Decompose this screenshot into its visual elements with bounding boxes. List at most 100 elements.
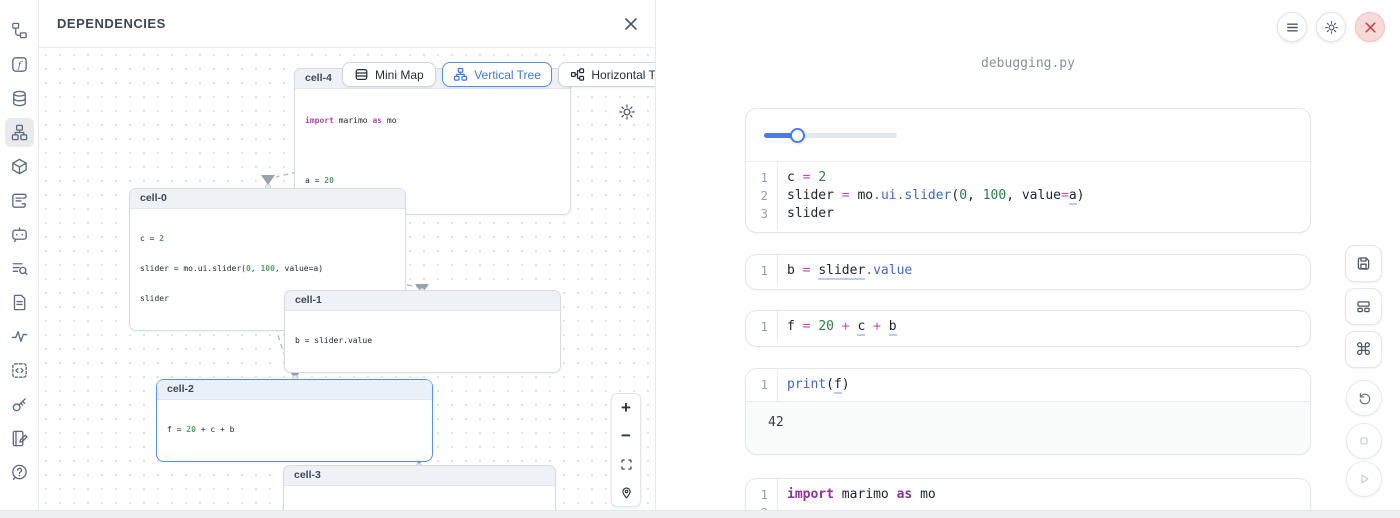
fit-view-icon [619, 457, 634, 472]
sidebar-item-variables[interactable] [5, 254, 34, 283]
sidebar-item-ai-chat[interactable] [5, 220, 34, 249]
graph-node-title: cell-2 [157, 380, 432, 400]
code-line: import marimo as mo [777, 486, 936, 504]
sidebar-item-secrets[interactable] [5, 390, 34, 419]
settings-button[interactable] [1316, 12, 1346, 42]
line-number: 1 [746, 262, 777, 280]
file-tree-icon [10, 21, 29, 40]
console-output: 42 [746, 401, 1310, 455]
save-button[interactable] [1345, 245, 1382, 282]
zoom-out-button[interactable]: − [612, 422, 640, 450]
graph-node-cell-1[interactable]: cell-1 b = slider.value [284, 290, 561, 373]
zoom-in-button[interactable]: + [612, 394, 640, 422]
line-number: 1 [746, 486, 777, 504]
gear-icon [1324, 20, 1339, 35]
gear-icon [618, 103, 636, 121]
code-line: slider [777, 205, 834, 223]
scroll-icon [10, 191, 29, 210]
database-icon [10, 89, 29, 108]
graph-node-title: cell-0 [130, 189, 405, 209]
line-number: 1 [746, 376, 777, 394]
horizontal-tree-button[interactable]: Horizontal Tree [558, 62, 655, 87]
window-bottom-edge [0, 510, 1400, 518]
function-icon: f [10, 55, 29, 74]
cell-output-area [746, 109, 1310, 162]
save-icon [1355, 255, 1372, 272]
run-button[interactable] [1346, 461, 1382, 497]
slider-thumb[interactable] [790, 128, 805, 143]
sidebar-item-logs[interactable] [5, 186, 34, 215]
code-editor[interactable]: 1print(f) [746, 369, 1310, 401]
svg-text:f: f [16, 60, 22, 71]
dependency-graph-icon [10, 123, 29, 142]
keyboard-shortcuts-button[interactable]: ⌘ [1345, 331, 1382, 368]
close-icon [624, 17, 638, 31]
vertical-tree-button[interactable]: Vertical Tree [442, 62, 553, 87]
code-line: c = 2 [777, 169, 826, 187]
sidebar-item-tracing[interactable] [5, 322, 34, 351]
layout-icon [1355, 298, 1372, 315]
sidebar-item-scratchpad[interactable] [5, 424, 34, 453]
sidebar-item-packages[interactable] [5, 152, 34, 181]
marimo-app: f DEPENDENCIES [0, 0, 1400, 518]
code-line: f = 20 + c + b [777, 318, 897, 336]
sidebar-item-help[interactable] [5, 458, 34, 487]
stop-button[interactable] [1346, 423, 1382, 459]
menu-button[interactable] [1277, 12, 1307, 42]
line-number: 1 [746, 169, 777, 187]
stop-icon [1356, 433, 1372, 449]
horizontal-tree-icon [570, 67, 585, 82]
activity-icon [10, 327, 29, 346]
graph-view-toolbar: Mini Map Vertical Tree Horizontal Tree [342, 62, 655, 87]
mini-map-label: Mini Map [375, 68, 424, 82]
shutdown-button[interactable] [1355, 12, 1385, 42]
sidebar-item-documentation[interactable] [5, 288, 34, 317]
package-icon [10, 157, 29, 176]
center-selection-button[interactable] [612, 478, 640, 506]
panel-close-button[interactable] [619, 12, 643, 36]
horizontal-tree-label: Horizontal Tree [591, 68, 655, 82]
document-icon [10, 293, 29, 312]
dependency-graph-canvas[interactable]: cell-4 import marimo as mo a = 20 cell-0… [39, 48, 655, 510]
dependencies-panel: DEPENDENCIES cell-4 [39, 0, 656, 510]
panel-title: DEPENDENCIES [57, 16, 166, 31]
line-number: 1 [746, 318, 777, 336]
graph-settings-button[interactable] [616, 102, 638, 124]
sidebar-item-datasources[interactable] [5, 84, 34, 113]
hamburger-menu-icon [1285, 20, 1300, 35]
sidebar-item-file-explorer[interactable] [5, 16, 34, 45]
graph-node-cell-3[interactable]: cell-3 print(f) [283, 465, 556, 510]
code-line: b = slider.value [777, 262, 912, 280]
sidebar-item-dependencies[interactable] [5, 118, 34, 147]
graph-node-code: print(f) [284, 486, 555, 510]
line-number: 2 [746, 187, 777, 205]
code-editor[interactable]: 1c = 2 2slider = mo.ui.slider(0, 100, va… [746, 162, 1310, 230]
mini-map-button[interactable]: Mini Map [342, 62, 436, 87]
undo-button[interactable] [1346, 380, 1382, 416]
key-icon [10, 395, 29, 414]
sidebar-item-functions[interactable]: f [5, 50, 34, 79]
fit-view-button[interactable] [612, 450, 640, 478]
dependencies-panel-header: DEPENDENCIES [39, 0, 655, 48]
notebook-cell-print[interactable]: 1print(f) 42 [745, 368, 1311, 455]
app-view-button[interactable] [1345, 288, 1382, 325]
notebook-cell-b[interactable]: 1b = slider.value [745, 254, 1311, 290]
code-editor[interactable]: 1f = 20 + c + b [746, 311, 1310, 343]
graph-node-code: b = slider.value [285, 311, 560, 372]
graph-node-cell-2[interactable]: cell-2 f = 20 + c + b [156, 379, 433, 462]
code-editor[interactable]: 1b = slider.value [746, 255, 1310, 287]
code-block-icon [10, 361, 29, 380]
command-icon: ⌘ [1355, 341, 1372, 358]
notebook-cell-slider[interactable]: 1c = 2 2slider = mo.ui.slider(0, 100, va… [745, 108, 1311, 233]
line-number: 3 [746, 205, 777, 223]
mini-map-icon [354, 67, 369, 82]
undo-icon [1356, 390, 1372, 406]
slider-widget[interactable] [764, 128, 897, 143]
sidebar-item-snippets[interactable] [5, 356, 34, 385]
location-pin-icon [619, 485, 634, 500]
notebook-cell-f[interactable]: 1f = 20 + c + b [745, 310, 1311, 347]
graph-node-code: f = 20 + c + b [157, 400, 432, 461]
play-icon [1356, 471, 1372, 487]
notebook-filename[interactable]: debugging.py [745, 56, 1311, 71]
graph-zoom-controls: + − [611, 393, 641, 507]
